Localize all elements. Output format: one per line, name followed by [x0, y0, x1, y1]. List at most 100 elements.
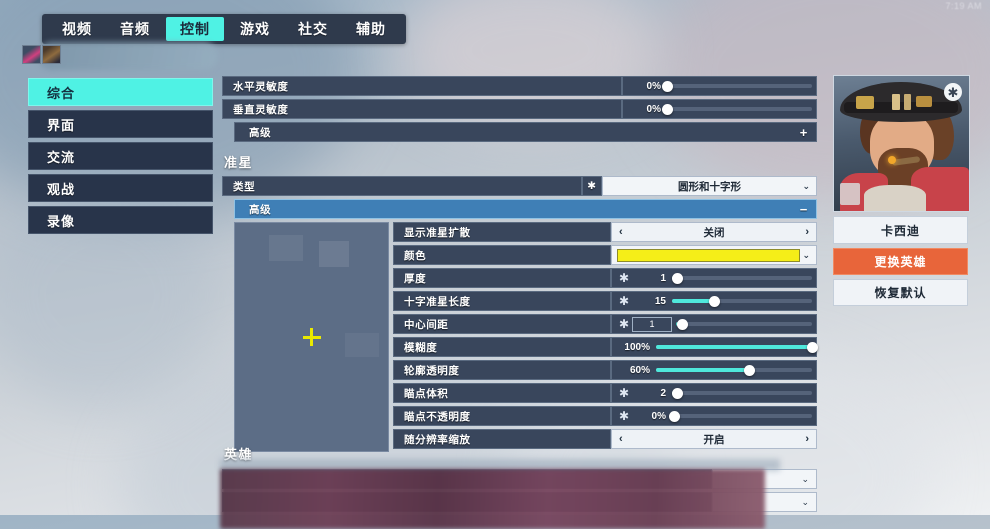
- section-title-crosshair: 准星: [224, 155, 254, 170]
- chevron-down-icon[interactable]: ⌄: [801, 474, 809, 485]
- preview-artifact: [319, 241, 349, 267]
- setting-row-center-gap: 中心间距 ✱ 1: [393, 314, 817, 334]
- setting-row-show-spread: 显示准星扩散 ‹ 关闭 ›: [393, 222, 817, 242]
- change-hero-button[interactable]: 更换英雄: [833, 248, 968, 275]
- portrait-hat-decoration: [904, 94, 911, 110]
- slider-track[interactable]: [661, 80, 812, 92]
- crosshair-advanced-accordion[interactable]: 高级 −: [234, 199, 817, 219]
- chevron-down-icon[interactable]: ⌄: [801, 497, 809, 508]
- chevron-left-icon[interactable]: ‹: [619, 226, 623, 238]
- slider-track[interactable]: [672, 295, 812, 307]
- slider-knob[interactable]: [669, 410, 681, 422]
- hero-portrait: ✱: [833, 75, 970, 212]
- slider-value: 60%: [629, 364, 650, 376]
- horizontal-sensitivity-slider[interactable]: 0%: [622, 76, 817, 96]
- censor-overlay: [220, 469, 765, 529]
- portrait-hat-decoration: [892, 94, 900, 110]
- setting-row-horizontal-sensitivity: 水平灵敏度 0%: [222, 76, 817, 96]
- hero-name: 卡西迪: [833, 216, 968, 244]
- crosshair-icon: [302, 328, 321, 346]
- color-swatch[interactable]: [617, 248, 800, 262]
- hero-section-rows: ⌄ ⌄: [220, 459, 817, 529]
- sensitivity-advanced-accordion[interactable]: 高级 +: [234, 122, 817, 142]
- crosshair-length-slider[interactable]: ✱ 15: [611, 291, 817, 311]
- crosshair-settings-rows: 显示准星扩散 ‹ 关闭 › 颜色 ⌄ 厚度 ✱ 1 十字准星长度 ✱ 15 中心…: [393, 222, 818, 452]
- stepper-value: 关闭: [703, 226, 725, 239]
- vertical-sensitivity-slider[interactable]: 0%: [622, 99, 817, 119]
- setting-label: 轮廓透明度: [393, 360, 611, 380]
- chevron-down-icon[interactable]: ⌄: [802, 181, 810, 192]
- slider-knob[interactable]: [672, 272, 684, 284]
- slider-value: 2: [660, 387, 666, 399]
- dropdown-value: 圆形和十字形: [678, 180, 741, 193]
- chevron-down-icon[interactable]: ⌄: [802, 250, 810, 261]
- player-card-chips: [22, 45, 61, 64]
- slider-value: 15: [654, 295, 666, 307]
- minus-icon[interactable]: −: [800, 202, 808, 217]
- tab-accessibility[interactable]: 辅助: [342, 14, 400, 44]
- slider-track[interactable]: [656, 341, 818, 353]
- asterisk-icon: ✱: [618, 409, 630, 423]
- setting-row-opacity: 模糊度 100%: [393, 337, 818, 357]
- tab-audio[interactable]: 音频: [106, 14, 164, 44]
- player-avatar-icon: [42, 45, 61, 64]
- tab-video[interactable]: 视频: [48, 14, 106, 44]
- dot-size-slider[interactable]: ✱ 2: [611, 383, 817, 403]
- setting-label: 厚度: [393, 268, 611, 288]
- sidebar-item-communication[interactable]: 交流: [28, 142, 213, 170]
- setting-label: 中心间距: [393, 314, 611, 334]
- slider-fill: [656, 368, 750, 372]
- chevron-right-icon[interactable]: ›: [805, 226, 809, 238]
- slider-knob[interactable]: [672, 387, 684, 399]
- slider-knob[interactable]: [677, 318, 689, 330]
- system-clock: 7:19 AM: [945, 1, 982, 11]
- setting-label: 瞄点不透明度: [393, 406, 611, 426]
- tab-controls[interactable]: 控制: [166, 17, 224, 41]
- sidebar-item-interface[interactable]: 界面: [28, 110, 213, 138]
- setting-label: 瞄点体积: [393, 383, 611, 403]
- sidebar-item-spectate[interactable]: 观战: [28, 174, 213, 202]
- center-gap-input[interactable]: 1: [632, 316, 672, 332]
- crosshair-type-dropdown[interactable]: 圆形和十字形 ⌄: [602, 176, 817, 196]
- slider-value: 0%: [651, 410, 666, 422]
- background-smudge: [38, 42, 218, 70]
- accordion-label: 高级: [249, 203, 272, 216]
- slider-track[interactable]: [676, 318, 812, 330]
- slider-track[interactable]: [672, 387, 812, 399]
- slider-knob[interactable]: [708, 295, 720, 307]
- center-gap-slider[interactable]: ✱ 1: [611, 314, 817, 334]
- slider-track[interactable]: [656, 364, 812, 376]
- slider-track[interactable]: [669, 410, 812, 422]
- thickness-slider[interactable]: ✱ 1: [611, 268, 817, 288]
- setting-label: 颜色: [393, 245, 611, 265]
- crosshair-color-dropdown[interactable]: ⌄: [611, 245, 817, 265]
- tab-gameplay[interactable]: 游戏: [226, 14, 284, 44]
- asterisk-icon: ✱: [944, 83, 962, 101]
- setting-row-vertical-sensitivity: 垂直灵敏度 0%: [222, 99, 817, 119]
- settings-panel: 水平灵敏度 0% 垂直灵敏度 0% 高级 + 准星 类型 ✱ 圆形和十字形 ⌄ …: [222, 76, 818, 452]
- portrait-badge: [840, 183, 860, 205]
- player-card-icon: [22, 45, 41, 64]
- show-spread-stepper[interactable]: ‹ 关闭 ›: [611, 222, 817, 242]
- dot-opacity-slider[interactable]: ✱ 0%: [611, 406, 817, 426]
- slider-track[interactable]: [672, 272, 812, 284]
- restore-defaults-button[interactable]: 恢复默认: [833, 279, 968, 306]
- slider-knob[interactable]: [661, 80, 673, 92]
- sidebar-item-replays[interactable]: 录像: [28, 206, 213, 234]
- setting-label: 垂直灵敏度: [222, 99, 622, 119]
- preview-artifact: [269, 235, 303, 261]
- outline-opacity-slider[interactable]: 60%: [611, 360, 817, 380]
- opacity-slider[interactable]: 100%: [611, 337, 818, 357]
- tab-social[interactable]: 社交: [284, 14, 342, 44]
- slider-knob[interactable]: [661, 103, 673, 115]
- setting-row-thickness: 厚度 ✱ 1: [393, 268, 817, 288]
- portrait-scarf: [864, 185, 926, 211]
- asterisk-icon: ✱: [618, 294, 630, 308]
- sidebar-item-general[interactable]: 综合: [28, 78, 213, 106]
- slider-fill: [656, 345, 812, 349]
- slider-knob[interactable]: [806, 341, 818, 353]
- plus-icon[interactable]: +: [800, 125, 808, 140]
- asterisk-icon: ✱: [618, 386, 630, 400]
- slider-track[interactable]: [661, 103, 812, 115]
- slider-knob[interactable]: [744, 364, 756, 376]
